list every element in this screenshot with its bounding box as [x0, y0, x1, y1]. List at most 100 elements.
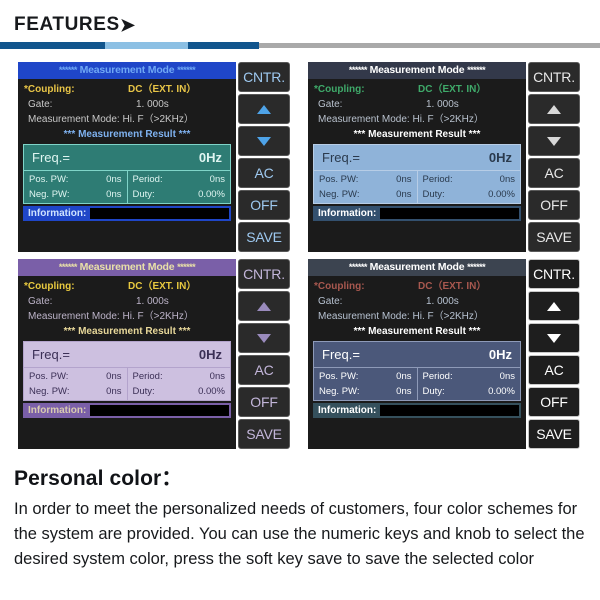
period-value: 0ns	[499, 174, 515, 185]
neg-pw-label: Neg. PW:	[29, 386, 70, 397]
description-block: Personal color： In order to meet the per…	[14, 462, 586, 572]
title-stars-left: ******	[58, 262, 78, 272]
pos-pw-value: 0ns	[106, 174, 122, 185]
measurement-mode-row[interactable]: Measurement Mode: Hi. F（>2KHz）	[314, 309, 520, 324]
softkey-save[interactable]: SAVE	[528, 221, 580, 253]
coupling-row[interactable]: *Coupling: DC（EXT. IN）	[314, 82, 520, 97]
triangle-up-icon	[547, 104, 561, 114]
coupling-row[interactable]: *Coupling: DC（EXT. IN）	[314, 279, 520, 294]
softkey-save[interactable]: SAVE	[238, 221, 290, 253]
chevron-right-icon: ➤	[120, 15, 136, 35]
softkey-ac[interactable]: AC	[238, 157, 290, 189]
coupling-row[interactable]: *Coupling: DC（EXT. IN）	[24, 82, 230, 97]
softkey-label: CNTR.	[533, 266, 575, 283]
softkey-ac[interactable]: AC	[528, 354, 580, 386]
duty-row: Duty: 0.00%	[423, 384, 516, 399]
header-rule	[0, 42, 600, 49]
frequency-row: Freq.= 0Hz	[314, 145, 520, 171]
duty-row: Duty: 0.00%	[423, 187, 516, 202]
frequency-value: 0Hz	[488, 347, 512, 362]
duty-row: Duty: 0.00%	[133, 187, 226, 202]
information-label: Information:	[28, 405, 87, 416]
gate-row[interactable]: Gate: 1. 000s	[24, 97, 230, 112]
neg-pw-row: Neg. PW: 0ns	[29, 187, 122, 202]
information-field	[90, 405, 229, 416]
softkey-off[interactable]: OFF	[528, 386, 580, 418]
measurement-mode-label: Measurement Mode:	[28, 311, 120, 322]
softkey-label: SAVE	[246, 425, 282, 442]
pos-pw-label: Pos. PW:	[319, 371, 359, 382]
softkey-cntr[interactable]: CNTR.	[528, 62, 580, 93]
softkey-triangle-up-icon[interactable]	[238, 290, 290, 322]
softkey-cntr[interactable]: CNTR.	[528, 259, 580, 290]
softkey-triangle-down-icon[interactable]	[238, 125, 290, 157]
softkey-ac[interactable]: AC	[528, 157, 580, 189]
duty-label: Duty:	[132, 386, 155, 397]
frequency-row: Freq.= 0Hz	[24, 145, 230, 171]
pos-pw-row: Pos. PW: 0ns	[319, 172, 412, 187]
gate-row[interactable]: Gate: 1. 000s	[24, 294, 230, 309]
softkey-label: SAVE	[246, 228, 282, 245]
coupling-label: *Coupling:	[24, 281, 75, 292]
measurement-mode-row[interactable]: Measurement Mode: Hi. F（>2KHz）	[314, 112, 520, 127]
pos-pw-row: Pos. PW: 0ns	[319, 369, 412, 384]
gate-row[interactable]: Gate: 1. 000s	[314, 97, 520, 112]
neg-pw-row: Neg. PW: 0ns	[319, 187, 412, 202]
triangle-up-icon	[257, 301, 271, 311]
softkey-triangle-down-icon[interactable]	[238, 322, 290, 354]
coupling-row[interactable]: *Coupling: DC（EXT. IN）	[24, 279, 230, 294]
triangle-down-icon	[547, 136, 561, 146]
frequency-value: 0Hz	[488, 150, 512, 165]
softkey-triangle-down-icon[interactable]	[528, 125, 580, 157]
gate-label: Gate:	[28, 296, 53, 307]
softkey-save[interactable]: SAVE	[528, 418, 580, 450]
softkey-label: CNTR.	[533, 69, 575, 86]
duty-value: 0.00%	[198, 189, 225, 200]
neg-pw-value: 0ns	[106, 386, 122, 397]
softkey-off[interactable]: OFF	[238, 386, 290, 418]
pos-pw-row: Pos. PW: 0ns	[29, 172, 122, 187]
softkey-off[interactable]: OFF	[528, 189, 580, 221]
softkey-off[interactable]: OFF	[238, 189, 290, 221]
information-bar: Information:	[313, 206, 521, 221]
page-title: FEATURES	[14, 14, 120, 35]
page-root: FEATURES ➤ ****** Measurement Mode *****…	[0, 0, 600, 600]
softkey-ac[interactable]: AC	[238, 354, 290, 386]
pulse-width-grid: Pos. PW: 0ns Neg. PW: 0ns Period: 0ns Du…	[24, 368, 230, 400]
neg-pw-label: Neg. PW:	[319, 189, 360, 200]
softkey-column-1: CNTR. AC OFF SAVE	[236, 62, 290, 253]
information-label: Information:	[318, 405, 377, 416]
frequency-label: Freq.=	[32, 150, 70, 165]
neg-pw-label: Neg. PW:	[29, 189, 70, 200]
softkey-triangle-up-icon[interactable]	[528, 93, 580, 125]
pulse-width-grid: Pos. PW: 0ns Neg. PW: 0ns Period: 0ns Du…	[314, 368, 520, 400]
measurement-mode-row[interactable]: Measurement Mode: Hi. F（>2KHz）	[24, 309, 230, 324]
triangle-up-icon	[257, 104, 271, 114]
duty-value: 0.00%	[198, 386, 225, 397]
measurement-mode-row[interactable]: Measurement Mode: Hi. F（>2KHz）	[24, 112, 230, 127]
duty-row: Duty: 0.00%	[133, 384, 226, 399]
coupling-value: DC（EXT. IN）	[418, 84, 487, 95]
coupling-label: *Coupling:	[314, 84, 365, 95]
information-field	[380, 405, 519, 416]
softkey-save[interactable]: SAVE	[238, 418, 290, 450]
softkey-label: SAVE	[536, 228, 572, 245]
device-screen-panel-2: ****** Measurement Mode ****** *Coupling…	[308, 62, 580, 253]
frequency-label: Freq.=	[32, 347, 70, 362]
measurement-mode-value: Hi. F（>2KHz）	[412, 311, 484, 322]
softkey-triangle-up-icon[interactable]	[238, 93, 290, 125]
softkey-cntr[interactable]: CNTR.	[238, 62, 290, 93]
pos-pw-value: 0ns	[396, 371, 412, 382]
frequency-value: 0Hz	[198, 347, 222, 362]
softkey-triangle-up-icon[interactable]	[528, 290, 580, 322]
neg-pw-value: 0ns	[396, 386, 412, 397]
triangle-down-icon	[257, 136, 271, 146]
softkey-cntr[interactable]: CNTR.	[238, 259, 290, 290]
information-bar: Information:	[23, 403, 231, 418]
screen-title-bar: ****** Measurement Mode ******	[308, 259, 526, 276]
description-body: In order to meet the personalized needs …	[14, 500, 585, 568]
gate-row[interactable]: Gate: 1. 000s	[314, 294, 520, 309]
description-title: Personal color：	[14, 467, 183, 490]
measurement-mode-value: Hi. F（>2KHz）	[122, 114, 194, 125]
softkey-triangle-down-icon[interactable]	[528, 322, 580, 354]
